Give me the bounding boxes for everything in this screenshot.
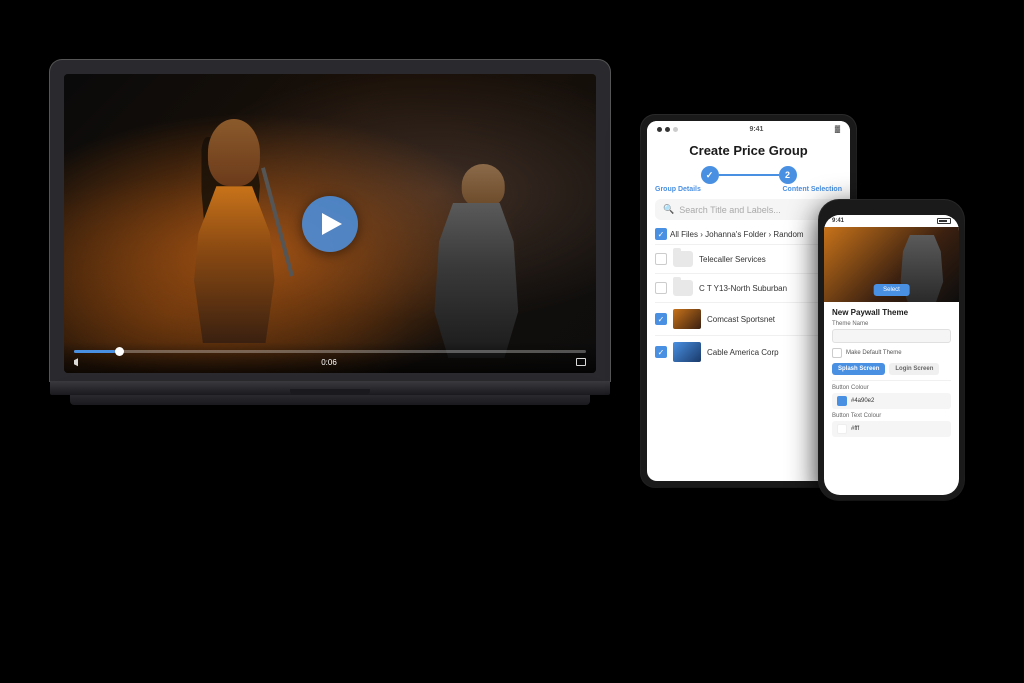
file-row-1: Telecaller Services	[655, 244, 842, 273]
file-checkbox-4[interactable]	[655, 346, 667, 358]
video-thumbnail-4	[673, 342, 701, 362]
video-controls: 0:06	[64, 342, 596, 373]
phone-status-icons	[937, 218, 951, 224]
file-row-4: Cable America Corp	[655, 335, 842, 368]
folder-icon-1	[673, 251, 693, 267]
video-left-icons	[74, 357, 82, 367]
button-colour-swatch	[837, 396, 847, 406]
laptop-bezel: 0:06	[50, 60, 610, 381]
file-checkbox-3[interactable]	[655, 313, 667, 325]
video-thumb-4	[673, 342, 701, 362]
search-icon: 🔍	[663, 204, 674, 215]
phone-content: New Paywall Theme Theme Name Make Defaul…	[824, 302, 959, 447]
tablet-search-bar[interactable]: 🔍 Search Title and Labels...	[655, 199, 842, 220]
guitarist-figure	[410, 164, 543, 359]
play-icon	[322, 213, 342, 235]
phone-screen: 9:41 Select New Paywall Theme Theme Name	[824, 215, 959, 495]
login-screen-tab[interactable]: Login Screen	[889, 363, 939, 375]
signal-dot-1	[657, 127, 662, 132]
phone-tabs: Splash Screen Login Screen	[832, 363, 951, 375]
splash-screen-tab[interactable]: Splash Screen	[832, 363, 885, 375]
theme-name-input[interactable]	[832, 329, 951, 343]
video-progress-fill	[74, 350, 115, 353]
file-checkbox-2[interactable]	[655, 282, 667, 294]
button-colour-field[interactable]: #4a90e2	[832, 393, 951, 409]
step-1-circle: ✓	[701, 166, 719, 184]
button-text-colour-value: #fff	[851, 426, 859, 432]
video-thumb-3	[673, 309, 701, 329]
signal-dot-3	[673, 127, 678, 132]
phone-section-title: New Paywall Theme	[832, 308, 951, 317]
checkmark-icon: ✓	[658, 230, 665, 239]
step-2-circle: 2	[779, 166, 797, 184]
video-progress-bar[interactable]	[74, 350, 586, 353]
laptop-hinge	[290, 389, 370, 395]
search-placeholder-text: Search Title and Labels...	[679, 205, 781, 215]
theme-name-label: Theme Name	[832, 321, 951, 327]
video-time-row: 0:06	[74, 357, 586, 367]
guitarist-body	[430, 203, 523, 359]
guitarist-head	[462, 164, 505, 207]
step-line	[719, 174, 779, 176]
play-button[interactable]	[302, 196, 358, 252]
button-colour-label: Button Colour	[832, 385, 951, 391]
video-timestamp: 0:06	[321, 358, 337, 367]
button-text-colour-field[interactable]: #fff	[832, 421, 951, 437]
step-labels: Group Details Content Selection	[647, 186, 850, 193]
phone-time: 9:41	[832, 218, 844, 224]
video-progress-dot	[115, 347, 124, 356]
singer-figure	[160, 119, 309, 343]
tablet-signal	[657, 127, 678, 132]
folder-icon-2	[673, 280, 693, 296]
file-checkbox-1[interactable]	[655, 253, 667, 265]
phone-divider-1	[832, 380, 951, 381]
fullscreen-icon[interactable]	[576, 358, 586, 366]
make-default-label: Make Default Theme	[846, 350, 902, 356]
button-colour-value: #4a90e2	[851, 398, 874, 404]
button-text-colour-swatch	[837, 424, 847, 434]
step-2-label: Content Selection	[782, 186, 842, 193]
phone-status-bar: 9:41	[824, 215, 959, 227]
laptop-screen: 0:06	[64, 74, 596, 373]
tablet-status-bar: 9:41 ▓	[647, 121, 850, 137]
make-default-checkbox[interactable]	[832, 348, 842, 358]
video-thumbnail-3	[673, 309, 701, 329]
breadcrumb-select-all[interactable]: ✓	[655, 228, 667, 240]
laptop-base	[50, 381, 610, 395]
phone-select-button[interactable]: Select	[873, 284, 910, 296]
laptop: 0:06	[50, 60, 610, 405]
singer-body	[190, 186, 279, 343]
step-indicator: ✓ 2	[647, 162, 850, 186]
make-default-row: Make Default Theme	[832, 348, 951, 358]
singer-head	[208, 119, 260, 186]
phone: 9:41 Select New Paywall Theme Theme Name	[819, 200, 964, 500]
phone-notch	[872, 205, 912, 213]
button-text-colour-label: Button Text Colour	[832, 413, 951, 419]
phone-battery-icon	[937, 218, 951, 224]
file-row-3: Comcast Sportsnet	[655, 302, 842, 335]
tablet-page-title: Create Price Group	[647, 137, 850, 162]
signal-dot-2	[665, 127, 670, 132]
scene: 0:06 9:41 ▓ Create Price Grou	[0, 0, 1024, 683]
phone-video-area: Select	[824, 227, 959, 302]
file-row-2: C T Y13-North Suburban	[655, 273, 842, 302]
volume-icon[interactable]	[74, 357, 82, 367]
step-1-label: Group Details	[655, 186, 701, 193]
laptop-foot	[70, 395, 590, 405]
tablet-battery: ▓	[835, 126, 840, 133]
breadcrumb-path: All Files › Johanna's Folder › Random	[670, 230, 804, 239]
tablet-time: 9:41	[749, 126, 763, 133]
